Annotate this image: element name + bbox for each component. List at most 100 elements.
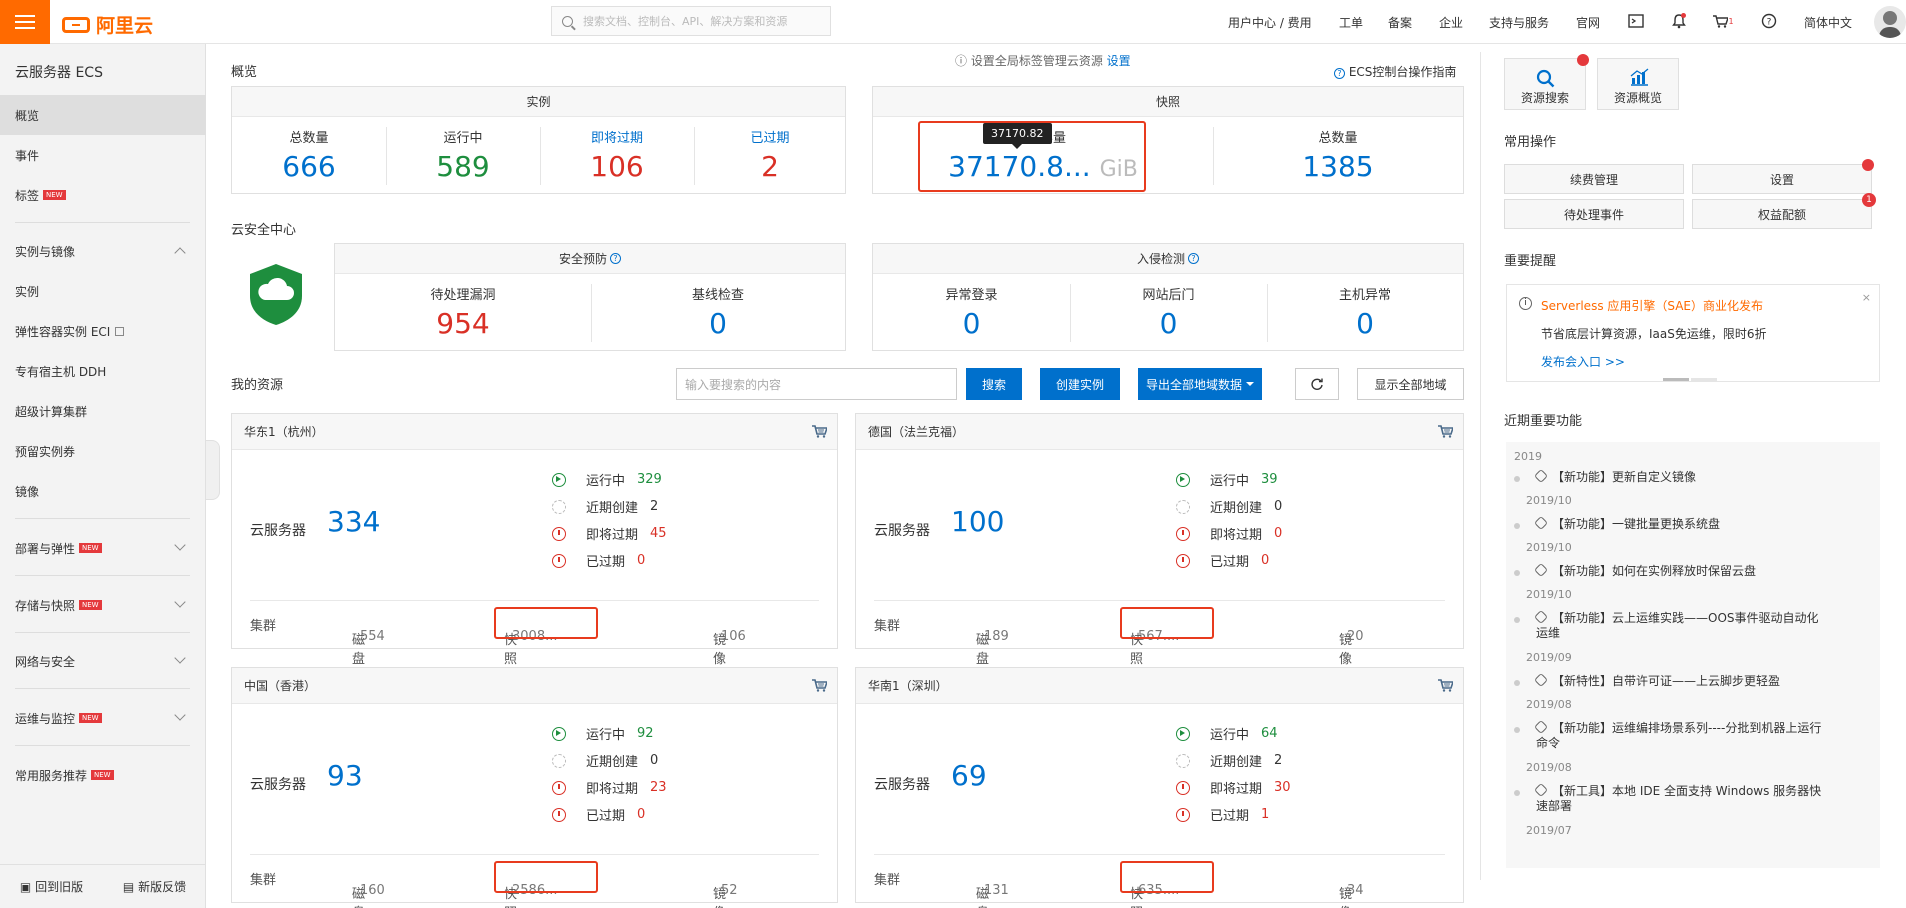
nav-official-site[interactable]: 官网 (1576, 0, 1600, 44)
feedback-button[interactable]: ▤ 新版反馈 (123, 878, 186, 895)
menu-icon[interactable] (0, 0, 50, 44)
sidebar-item-recommended[interactable]: 常用服务推荐 NEW (0, 755, 206, 795)
avatar[interactable] (1874, 6, 1906, 38)
cart-icon[interactable] (811, 678, 827, 692)
sidebar-item-tags[interactable]: 标签 NEW (0, 175, 206, 215)
sidebar-item-images[interactable]: 镜像 (0, 471, 206, 511)
search-button[interactable]: 搜索 (966, 368, 1022, 400)
back-to-old-button[interactable]: ▣ 回到旧版 (20, 878, 83, 895)
feature-item[interactable]: 【新功能】运维编排场景系列----分批到机器上运行命令 (1514, 719, 1826, 751)
website-backdoor[interactable]: 网站后门 0 (1070, 284, 1267, 340)
pending-events-button[interactable]: 待处理事件 (1504, 199, 1684, 229)
ecs-count[interactable]: 100 (951, 505, 1004, 538)
carousel-indicator[interactable] (1663, 378, 1689, 381)
sidebar-item-instances[interactable]: 实例 (0, 271, 206, 311)
alert-link[interactable]: 发布会入口 >> (1541, 353, 1625, 370)
cluster-label[interactable]: 集群 (874, 869, 900, 888)
status-recent[interactable]: 近期创建 0 (552, 747, 667, 774)
sidebar-group-storage[interactable]: 存储与快照 NEW (0, 585, 206, 625)
ecs-count[interactable]: 334 (327, 505, 380, 538)
status-running[interactable]: 运行中 329 (552, 466, 667, 493)
quota-button[interactable]: 权益配额 (1692, 199, 1872, 229)
terminal-icon[interactable] (1627, 12, 1645, 30)
nav-record[interactable]: 备案 (1388, 0, 1412, 44)
status-expired[interactable]: 已过期 0 (552, 801, 667, 828)
sidebar-group-ops[interactable]: 运维与监控 NEW (0, 698, 206, 738)
instances-running[interactable]: 运行中 589 (386, 127, 540, 183)
cluster-label[interactable]: 集群 (250, 869, 276, 888)
baseline-check[interactable]: 基线检查 0 (591, 284, 845, 340)
status-expiring[interactable]: 即将过期 45 (552, 520, 667, 547)
cluster-label[interactable]: 集群 (250, 615, 276, 634)
alert-title[interactable]: Serverless 应用引擎（SAE）商业化发布 (1541, 297, 1763, 314)
help-icon[interactable]: ? (1188, 253, 1199, 264)
help-icon[interactable]: ? (610, 253, 621, 264)
sidebar-item-overview[interactable]: 概览 (0, 95, 206, 135)
export-data-button[interactable]: 导出全部地域数据 (1138, 368, 1262, 400)
status-recent[interactable]: 近期创建 2 (1176, 747, 1291, 774)
status-running[interactable]: 运行中 92 (552, 720, 667, 747)
feature-item[interactable]: 【新功能】一键批量更换系统盘 (1514, 515, 1826, 532)
aliyun-logo[interactable]: 阿里云 (62, 11, 153, 38)
host-abnormal[interactable]: 主机异常 0 (1267, 284, 1463, 340)
resource-search-button[interactable]: 资源搜索 (1504, 58, 1586, 110)
language-selector[interactable]: 简体中文 (1804, 0, 1852, 44)
feature-item[interactable]: 【新功能】如何在实例释放时保留云盘 (1514, 562, 1826, 579)
cart-icon[interactable] (1437, 678, 1453, 692)
snapshot-total[interactable]: 总数量 1385 (1213, 127, 1463, 183)
feature-item[interactable]: 【新功能】更新自定义镜像 (1514, 468, 1826, 485)
cart-icon[interactable] (1437, 424, 1453, 438)
cart-icon[interactable]: 1 (1710, 12, 1736, 30)
global-search-input[interactable]: 搜索文档、控制台、API、解决方案和资源 (551, 6, 831, 36)
renewal-management-button[interactable]: 续费管理 (1504, 164, 1684, 194)
close-icon[interactable]: × (1862, 291, 1871, 304)
tag-setting-link[interactable]: 设置 (1107, 54, 1131, 68)
sidebar-item-eci[interactable]: 弹性容器实例 ECI (0, 311, 206, 351)
status-expired[interactable]: 已过期 0 (1176, 547, 1282, 574)
sidebar-group-instances-images[interactable]: 实例与镜像 (0, 231, 206, 271)
sidebar-item-reserved[interactable]: 预留实例券 (0, 431, 206, 471)
sidebar-group-deploy[interactable]: 部署与弹性 NEW (0, 528, 206, 568)
cart-icon[interactable] (811, 424, 827, 438)
settings-button[interactable]: 设置 (1692, 164, 1872, 194)
nav-ticket[interactable]: 工单 (1339, 0, 1363, 44)
status-expiring[interactable]: 即将过期 30 (1176, 774, 1291, 801)
status-expired[interactable]: 已过期 1 (1176, 801, 1291, 828)
show-all-regions-button[interactable]: 显示全部地域 (1357, 368, 1464, 400)
feature-item[interactable]: 【新功能】云上运维实践——OOS事件驱动自动化运维 (1514, 609, 1826, 641)
sidebar-item-ddh[interactable]: 专有宿主机 DDH (0, 351, 206, 391)
status-expired[interactable]: 已过期 0 (552, 547, 667, 574)
nav-user-center[interactable]: 用户中心 / 费用 (1228, 0, 1312, 44)
feature-item[interactable]: 【新工具】本地 IDE 全面支持 Windows 服务器快速部署 (1514, 782, 1826, 814)
cluster-label[interactable]: 集群 (874, 615, 900, 634)
resource-overview-button[interactable]: 资源概览 (1597, 58, 1679, 110)
sidebar-item-events[interactable]: 事件 (0, 135, 206, 175)
refresh-button[interactable] (1295, 368, 1339, 400)
feature-item[interactable]: 【新特性】自带许可证——上云脚步更轻盈 (1514, 672, 1826, 689)
status-running[interactable]: 运行中 64 (1176, 720, 1291, 747)
sidebar-item-scc[interactable]: 超级计算集群 (0, 391, 206, 431)
pending-vulnerabilities[interactable]: 待处理漏洞 954 (335, 284, 591, 340)
instances-total[interactable]: 总数量 666 (232, 127, 386, 183)
status-running[interactable]: 运行中 39 (1176, 466, 1282, 493)
ecs-guide-link[interactable]: ? ECS控制台操作指南 (1331, 63, 1456, 80)
create-instance-button[interactable]: 创建实例 (1040, 368, 1120, 400)
ecs-count[interactable]: 93 (327, 759, 363, 792)
status-recent[interactable]: 近期创建 0 (1176, 493, 1282, 520)
ecs-count[interactable]: 69 (951, 759, 987, 792)
carousel-indicator[interactable] (1691, 378, 1717, 381)
sidebar-collapse-handle[interactable] (206, 440, 220, 500)
instances-expired[interactable]: 已过期 2 (694, 127, 846, 183)
status-recent[interactable]: 近期创建 2 (552, 493, 667, 520)
sidebar-group-network[interactable]: 网络与安全 (0, 641, 206, 681)
nav-enterprise[interactable]: 企业 (1439, 0, 1463, 44)
abnormal-login[interactable]: 异常登录 0 (873, 284, 1070, 340)
help-icon[interactable]: ? (1760, 12, 1778, 30)
status-expiring[interactable]: 即将过期 23 (552, 774, 667, 801)
divider (15, 575, 190, 576)
instances-expiring[interactable]: 即将过期 106 (540, 127, 694, 183)
status-expiring[interactable]: 即将过期 0 (1176, 520, 1282, 547)
bell-icon[interactable] (1670, 12, 1688, 30)
resource-search-input[interactable]: 输入要搜索的内容 (676, 368, 957, 400)
nav-support[interactable]: 支持与服务 (1489, 0, 1549, 44)
